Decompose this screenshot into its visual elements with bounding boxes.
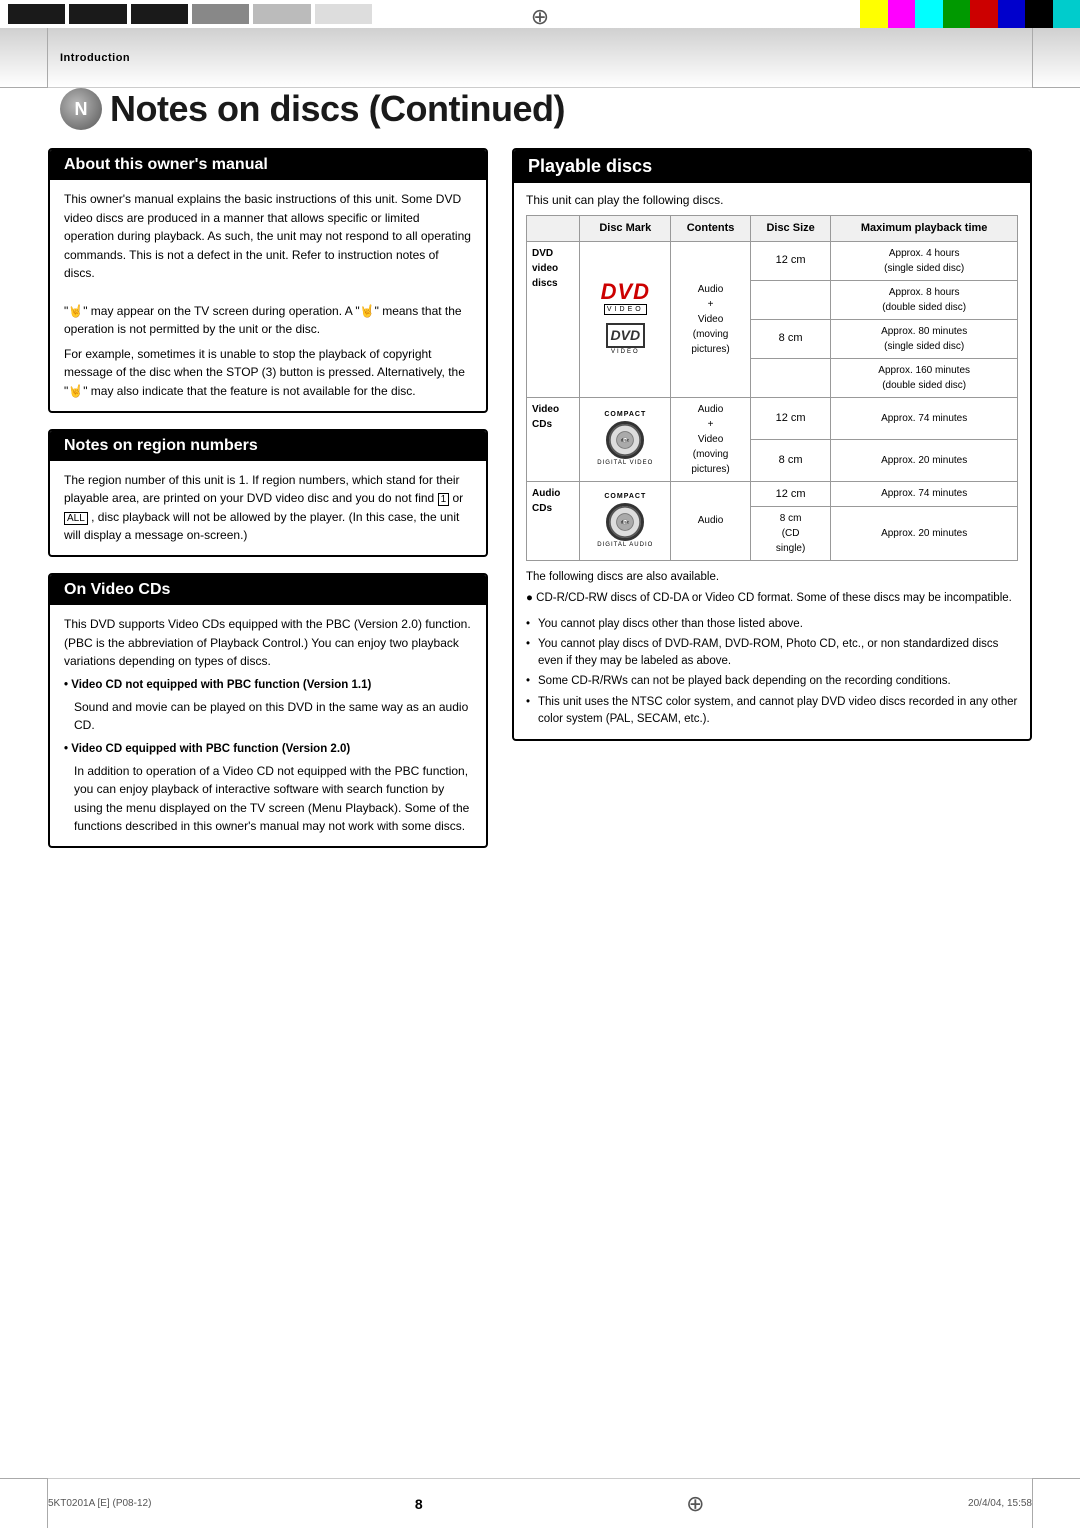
dvd-time-8-1: Approx. 80 minutes(single sided disc) xyxy=(831,319,1018,358)
playable-bullets: You cannot play discs other than those l… xyxy=(526,616,1018,729)
bullet-2: You cannot play discs of DVD-RAM, DVD-RO… xyxy=(526,636,1018,671)
about-manual-text: This owner's manual explains the basic i… xyxy=(64,190,472,283)
page-title: Notes on discs (Continued) xyxy=(110,88,565,130)
acd-disc-mark: COMPACT disc xyxy=(580,481,671,561)
following-note: The following discs are also available. xyxy=(526,569,1018,586)
dvd-time-12-2: Approx. 8 hours(double sided disc) xyxy=(831,280,1018,319)
svg-text:disc: disc xyxy=(621,437,630,442)
table-row-vcd-1: VideoCDs COMPACT di xyxy=(527,397,1018,439)
section-label: Introduction xyxy=(60,52,130,64)
following-discs: The following discs are also available. … xyxy=(526,569,1018,608)
region-numbers-text: The region number of this unit is 1. If … xyxy=(64,471,472,545)
vcd-contents: Audio+Video(movingpictures) xyxy=(671,397,751,481)
region-numbers-header: Notes on region numbers xyxy=(50,431,486,461)
top-bar-left xyxy=(0,0,380,28)
page-title-section: N Notes on discs (Continued) xyxy=(60,88,565,130)
acd-time-12: Approx. 74 minutes xyxy=(831,481,1018,507)
cd-rw-note: ● CD-R/CD-RW discs of CD-DA or Video CD … xyxy=(526,590,1018,607)
bullet-3: Some CD-R/RWs can not be played back dep… xyxy=(526,673,1018,690)
acd-size-8: 8 cm(CDsingle) xyxy=(750,507,830,561)
col-header-empty xyxy=(527,216,580,242)
dvd-logo-big: DVD VIDEO xyxy=(585,281,665,315)
bottom-crosshair-left: ⊕ xyxy=(686,1491,704,1517)
header-section: Introduction xyxy=(0,28,1080,88)
video-cd-sub1: • Video CD not equipped with PBC functio… xyxy=(64,677,472,735)
acd-contents: Audio xyxy=(671,481,751,561)
vcd-disc-mark: COMPACT disc xyxy=(580,397,671,481)
sub1-body: Sound and movie can be played on this DV… xyxy=(74,698,472,735)
dvd-size-8: 8 cm xyxy=(750,319,830,358)
col-header-contents: Contents xyxy=(671,216,751,242)
acd-logo: COMPACT disc xyxy=(585,492,665,550)
dvd-time-12-1: Approx. 4 hours(single sided disc) xyxy=(831,241,1018,280)
table-row-acd-1: AudioCDs COMPACT di xyxy=(527,481,1018,507)
vcd-time-12: Approx. 74 minutes xyxy=(831,397,1018,439)
bullet-1: You cannot play discs other than those l… xyxy=(526,616,1018,633)
col-header-max-time: Maximum playback time xyxy=(831,216,1018,242)
right-column: Playable discs This unit can play the fo… xyxy=(512,148,1032,1468)
left-column: About this owner's manual This owner's m… xyxy=(48,148,488,1468)
bottom-left-border xyxy=(0,1478,48,1528)
dvd-time-8-2: Approx. 160 minutes(double sided disc) xyxy=(831,358,1018,397)
top-color-bar xyxy=(860,0,1080,28)
dvd-size-12: 12 cm xyxy=(750,241,830,280)
about-manual-section: About this owner's manual This owner's m… xyxy=(48,148,488,413)
acd-time-8: Approx. 20 minutes xyxy=(831,507,1018,561)
vcd-row-header: VideoCDs xyxy=(527,397,580,481)
bottom-bar: 5KT0201A [E] (P08-12) 8 ⊕ 20/4/04, 15:58 xyxy=(0,1478,1080,1528)
vcd-size-12: 12 cm xyxy=(750,397,830,439)
dvd-disc-mark: DVD VIDEO DVD VIDEO xyxy=(580,241,671,397)
bullet-4: This unit uses the NTSC color system, an… xyxy=(526,694,1018,729)
about-manual-note1: "🤘" may appear on the TV screen during o… xyxy=(64,302,472,339)
playable-discs-body: This unit can play the following discs. … xyxy=(514,183,1030,739)
top-crosshair: ⊕ xyxy=(531,4,549,30)
dvd-size-8-empty xyxy=(750,358,830,397)
col-header-disc-size: Disc Size xyxy=(750,216,830,242)
video-cd-sub2: • Video CD equipped with PBC function (V… xyxy=(64,741,472,836)
main-content: About this owner's manual This owner's m… xyxy=(48,148,1032,1468)
vcd-logo: COMPACT disc xyxy=(585,410,665,468)
bottom-right-border xyxy=(1032,1478,1080,1528)
acd-disc-shape: disc xyxy=(606,503,644,541)
sub2-title: • Video CD equipped with PBC function (V… xyxy=(64,741,472,759)
playable-discs-header: Playable discs xyxy=(514,150,1030,183)
about-manual-body: This owner's manual explains the basic i… xyxy=(50,180,486,411)
top-right-border xyxy=(1032,28,1080,88)
dvd-logo-small: DVD VIDEO xyxy=(585,323,665,357)
vcd-time-8: Approx. 20 minutes xyxy=(831,439,1018,481)
acd-row-header: AudioCDs xyxy=(527,481,580,561)
vcd-size-8: 8 cm xyxy=(750,439,830,481)
acd-size-12: 12 cm xyxy=(750,481,830,507)
top-left-border xyxy=(0,28,48,88)
playable-intro: This unit can play the following discs. xyxy=(526,191,1018,209)
video-cds-body: This DVD supports Video CDs equipped wit… xyxy=(50,605,486,846)
col-header-disc-mark: Disc Mark xyxy=(580,216,671,242)
dvd-size-empty xyxy=(750,280,830,319)
sub2-body: In addition to operation of a Video CD n… xyxy=(74,762,472,836)
about-manual-note2: For example, sometimes it is unable to s… xyxy=(64,345,472,401)
footer-center: 8 xyxy=(415,1496,423,1512)
table-row-dvd: DVDvideodiscs DVD VIDEO DVD VIDEO xyxy=(527,241,1018,280)
video-cds-intro: This DVD supports Video CDs equipped wit… xyxy=(64,615,472,671)
sub1-title: • Video CD not equipped with PBC functio… xyxy=(64,677,472,695)
about-manual-header: About this owner's manual xyxy=(50,150,486,180)
dvd-logo-small-wrap: DVD VIDEO xyxy=(585,323,665,357)
vcd-disc-shape: disc xyxy=(606,421,644,459)
video-cds-section: On Video CDs This DVD supports Video CDs… xyxy=(48,573,488,848)
playable-discs-section: Playable discs This unit can play the fo… xyxy=(512,148,1032,741)
video-cds-header: On Video CDs xyxy=(50,575,486,605)
footer-left: 5KT0201A [E] (P08-12) xyxy=(48,1498,151,1509)
region-numbers-body: The region number of this unit is 1. If … xyxy=(50,461,486,555)
region-numbers-section: Notes on region numbers The region numbe… xyxy=(48,429,488,557)
footer-right: 20/4/04, 15:58 xyxy=(968,1498,1032,1509)
title-icon: N xyxy=(60,88,102,130)
acd-disc-svg: disc xyxy=(609,503,641,541)
vcd-disc-svg: disc xyxy=(609,421,641,459)
dvd-row-header: DVDvideodiscs xyxy=(527,241,580,397)
page-number: 8 xyxy=(415,1496,423,1512)
svg-text:disc: disc xyxy=(621,519,630,524)
dvd-contents: Audio+Video(movingpictures) xyxy=(671,241,751,397)
disc-table: Disc Mark Contents Disc Size Maximum pla… xyxy=(526,215,1018,561)
